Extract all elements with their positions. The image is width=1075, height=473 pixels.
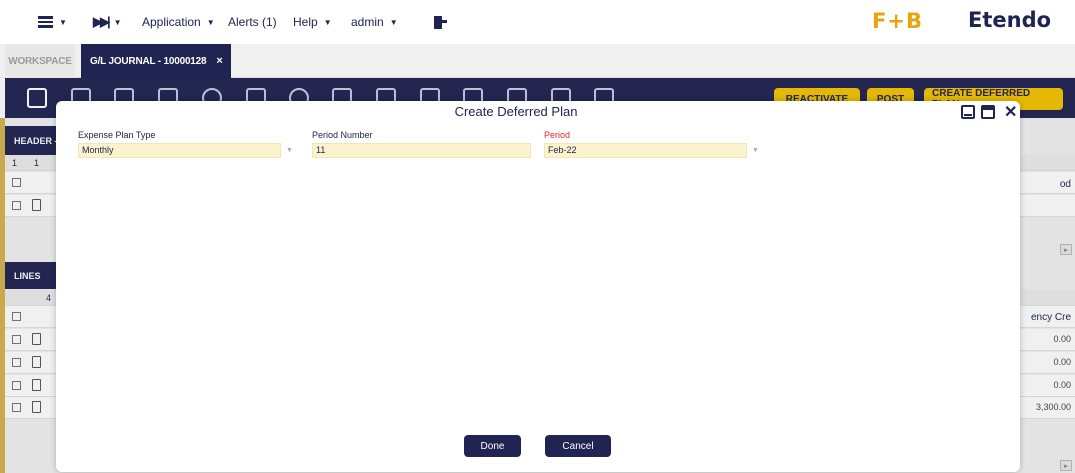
maximize-icon[interactable] bbox=[981, 105, 995, 119]
create-deferred-plan-dialog: Create Deferred Plan ✕ Expense Plan Type… bbox=[56, 101, 1020, 472]
help-menu-label: Help bbox=[293, 15, 318, 29]
minimize-icon[interactable] bbox=[961, 105, 975, 119]
period-number-input[interactable]: 11 bbox=[312, 143, 531, 158]
user-menu-label: admin bbox=[351, 15, 384, 29]
expense-plan-type-select[interactable]: Monthly bbox=[78, 143, 281, 158]
expense-plan-type-label: Expense Plan Type bbox=[78, 130, 156, 140]
chevron-down-icon: ▼ bbox=[323, 17, 332, 27]
tab-gl-journal-label: G/L JOURNAL - 10000128 bbox=[90, 55, 207, 67]
done-label: Done bbox=[480, 440, 505, 452]
period-select[interactable]: Feb-22 bbox=[544, 143, 747, 158]
chevron-down-icon: ▼ bbox=[113, 17, 122, 27]
chevron-down-icon[interactable]: ▼ bbox=[286, 147, 293, 154]
done-button[interactable]: Done bbox=[464, 435, 521, 457]
alerts-label: Alerts (1) bbox=[228, 15, 277, 29]
chevron-down-icon: ▼ bbox=[389, 17, 398, 27]
quick-launch-button[interactable]: ▶▶| ▼ bbox=[93, 13, 122, 31]
menu-icon bbox=[38, 16, 53, 28]
period-label: Period bbox=[544, 130, 571, 140]
application-menu[interactable]: Application ▼ bbox=[142, 13, 215, 31]
cancel-button[interactable]: Cancel bbox=[545, 435, 611, 457]
close-tab-icon[interactable]: × bbox=[216, 55, 222, 67]
logout-icon bbox=[434, 15, 447, 29]
chevron-down-icon[interactable]: ▼ bbox=[752, 147, 759, 154]
tab-strip: WORKSPACE G/L JOURNAL - 10000128 × bbox=[0, 44, 1075, 78]
chevron-down-icon: ▼ bbox=[206, 17, 215, 27]
help-menu[interactable]: Help ▼ bbox=[293, 13, 332, 31]
menu-button[interactable]: ▼ bbox=[38, 13, 67, 31]
tab-workspace-label: WORKSPACE bbox=[8, 55, 72, 67]
skip-forward-icon: ▶▶| bbox=[93, 14, 111, 29]
etendo-logo: Etendo bbox=[968, 8, 1052, 32]
close-icon[interactable]: ✕ bbox=[1004, 102, 1017, 122]
tab-workspace[interactable]: WORKSPACE bbox=[5, 44, 75, 78]
fb-logo: F+B bbox=[872, 9, 923, 33]
top-bar: ▼ ▶▶| ▼ Application ▼ Alerts (1) Help ▼ … bbox=[0, 0, 1075, 44]
chevron-down-icon: ▼ bbox=[59, 17, 67, 27]
alerts-link[interactable]: Alerts (1) bbox=[228, 13, 277, 31]
period-number-label: Period Number bbox=[312, 130, 373, 140]
application-menu-label: Application bbox=[142, 15, 201, 29]
user-menu[interactable]: admin ▼ bbox=[351, 13, 398, 31]
dialog-title: Create Deferred Plan bbox=[454, 104, 578, 119]
logout-button[interactable] bbox=[434, 13, 447, 31]
cancel-label: Cancel bbox=[562, 440, 594, 452]
tab-gl-journal[interactable]: G/L JOURNAL - 10000128 × bbox=[81, 44, 231, 78]
